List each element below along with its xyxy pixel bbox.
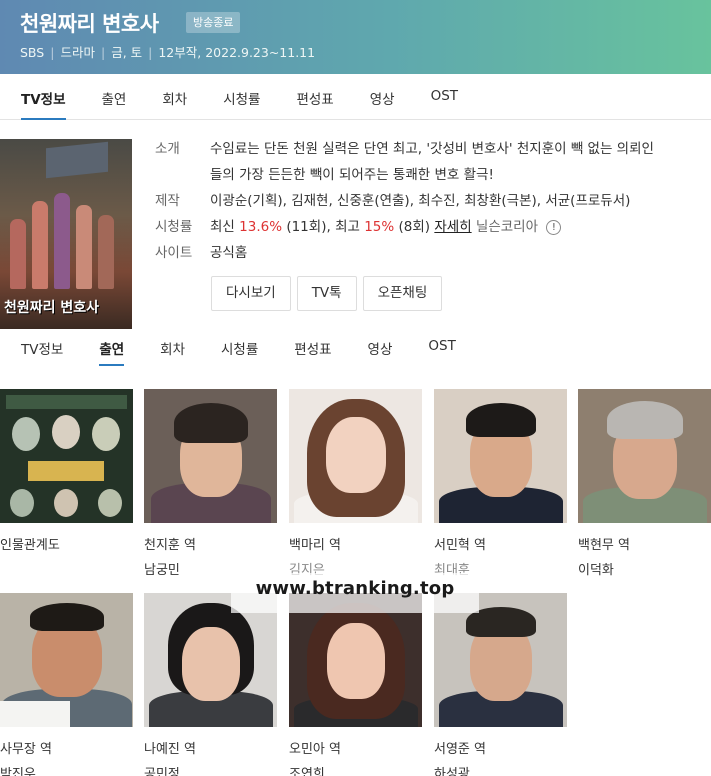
poster-figure — [76, 205, 92, 289]
cast-role[interactable]: 나예진 역 — [144, 738, 277, 757]
program-header: 천원짜리 변호사 방송종료 SBS | 드라마 | 금, 토 | 12부작, 2022.9.… — [0, 0, 711, 74]
top-tab-bar: TV정보 출연 회차 시청률 편성표 영상 OST — [0, 76, 711, 120]
cast-role[interactable]: 서민혁 역 — [434, 534, 567, 553]
program-poster[interactable]: 천원짜리 변호사 — [0, 139, 132, 329]
cast-card[interactable]: 인물관계도 — [0, 389, 133, 553]
rating-values: 최신 13.6% (11회), 최고 15% (8회) 자세히 닐슨코리아 ! — [210, 214, 562, 240]
intro-text: 수임료는 단돈 천원 실력은 단연 최고, '갓성비 변호사' 천지훈이 빽 없… — [210, 141, 654, 183]
actor-photo[interactable] — [434, 593, 567, 727]
cast-actor[interactable]: 공민정 — [144, 763, 277, 776]
cast-actor[interactable]: 박진우 — [0, 763, 133, 776]
cast-role[interactable]: 오민아 역 — [289, 738, 422, 757]
rating-latest-value: 13.6% — [239, 219, 283, 235]
cast-actor[interactable]: 하성광 — [434, 763, 567, 776]
cast-card[interactable]: 서민혁 역 최대훈 — [434, 389, 567, 578]
meta-days: 금, 토 — [111, 45, 143, 60]
cast-role[interactable]: 사무장 역 — [0, 738, 133, 757]
actor-photo[interactable] — [0, 593, 133, 727]
intro-label: 소개 — [155, 141, 180, 157]
subtab-cast[interactable]: 출연 — [99, 328, 124, 366]
actor-photo[interactable] — [434, 389, 567, 523]
program-title[interactable]: 천원짜리 변호사 — [20, 8, 159, 38]
rating-max-ep: (8회) — [398, 219, 431, 235]
poster-figure — [32, 201, 48, 289]
rating-latest-label: 최신 — [210, 219, 235, 235]
meta-channel[interactable]: SBS — [20, 45, 44, 60]
info-icon[interactable]: ! — [546, 219, 562, 235]
cast-role[interactable]: 서영준 역 — [434, 738, 567, 757]
relationship-chart-image[interactable] — [0, 389, 133, 523]
subtab-video[interactable]: 영상 — [368, 328, 393, 366]
official-site-link[interactable]: 공식홈 — [210, 240, 247, 266]
cast-card[interactable]: 오민아 역 조연희 — [289, 593, 422, 776]
rating-label: 시청률 — [155, 219, 193, 235]
cast-role[interactable]: 천지훈 역 — [144, 534, 277, 553]
status-badge: 방송종료 — [186, 12, 241, 33]
actor-photo[interactable] — [289, 593, 422, 727]
info-site-row: 사이트 공식홈 — [155, 240, 665, 266]
tab-video[interactable]: 영상 — [370, 76, 395, 119]
open-chat-button[interactable]: 오픈채팅 — [362, 276, 443, 311]
replay-button[interactable]: 다시보기 — [211, 276, 291, 311]
rating-latest-ep: (11회), — [286, 219, 331, 235]
cast-card[interactable]: 백현무 역 이덕화 — [578, 389, 711, 578]
poster-title: 천원짜리 변호사 — [4, 300, 100, 316]
tab-cast[interactable]: 출연 — [102, 76, 127, 119]
cast-actor[interactable]: 조연희 — [289, 763, 422, 776]
tab-tv-info[interactable]: TV정보 — [21, 76, 66, 120]
actor-photo[interactable] — [578, 389, 711, 523]
program-meta: SBS | 드라마 | 금, 토 | 12부작, 2022.9.23~11.11 — [20, 45, 316, 60]
rating-max-label: 최고 — [335, 219, 360, 235]
subtab-schedule[interactable]: 편성표 — [294, 328, 331, 366]
action-buttons: 다시보기 TV톡 오픈채팅 — [211, 276, 443, 311]
cast-card[interactable]: 사무장 역 박진우 — [0, 593, 133, 776]
actor-photo[interactable] — [289, 389, 422, 523]
rating-source: 닐슨코리아 — [475, 219, 539, 235]
subtab-episodes[interactable]: 회차 — [160, 328, 185, 366]
subtab-tv-info[interactable]: TV정보 — [21, 328, 63, 366]
rating-detail-link[interactable]: 자세히 — [434, 219, 471, 235]
info-intro-row: 소개 수임료는 단돈 천원 실력은 단연 최고, '갓성비 변호사' 천지훈이 … — [155, 136, 665, 188]
poster-flag — [46, 141, 108, 179]
cast-card[interactable]: 서영준 역 하성광 — [434, 593, 567, 776]
program-info: 소개 수임료는 단돈 천원 실력은 단연 최고, '갓성비 변호사' 천지훈이 … — [155, 136, 665, 266]
cast-role[interactable]: 인물관계도 — [0, 534, 133, 553]
cast-card[interactable]: 나예진 역 공민정 — [144, 593, 277, 776]
poster-figure — [10, 219, 26, 289]
poster-figure — [54, 193, 70, 289]
cast-role[interactable]: 백마리 역 — [289, 534, 422, 553]
cast-card[interactable]: 백마리 역 김지은 — [289, 389, 422, 578]
info-rating-row: 시청률 최신 13.6% (11회), 최고 15% (8회) 자세히 닐슨코리… — [155, 214, 665, 240]
rating-max-value: 15% — [364, 219, 395, 235]
meta-genre: 드라마 — [60, 45, 95, 60]
actor-photo[interactable] — [144, 593, 277, 727]
tab-ost[interactable]: OST — [431, 76, 458, 119]
production-label: 제작 — [155, 193, 180, 209]
cast-actor[interactable]: 이덕화 — [578, 559, 711, 578]
tv-talk-button[interactable]: TV톡 — [296, 276, 357, 311]
watermark: www.btranking.top — [231, 573, 479, 613]
tab-episodes[interactable]: 회차 — [162, 76, 187, 119]
info-production-row: 제작 이광순(기획), 김재현, 신중훈(연출), 최수진, 최창환(극본), … — [155, 188, 665, 214]
site-label: 사이트 — [155, 245, 193, 261]
sub-tab-bar: TV정보 출연 회차 시청률 편성표 영상 OST — [0, 328, 711, 366]
tab-schedule[interactable]: 편성표 — [296, 76, 333, 119]
subtab-ost[interactable]: OST — [428, 328, 455, 366]
actor-photo[interactable] — [144, 389, 277, 523]
cast-role[interactable]: 백현무 역 — [578, 534, 711, 553]
cast-card[interactable]: 천지훈 역 남궁민 — [144, 389, 277, 578]
poster-figure — [98, 215, 114, 289]
meta-episodes: 12부작, 2022.9.23~11.11 — [158, 45, 316, 60]
production-text: 이광순(기획), 김재현, 신중훈(연출), 최수진, 최창환(극본), 서균(… — [210, 193, 631, 209]
subtab-ratings[interactable]: 시청률 — [221, 328, 258, 366]
tab-ratings[interactable]: 시청률 — [223, 76, 260, 119]
